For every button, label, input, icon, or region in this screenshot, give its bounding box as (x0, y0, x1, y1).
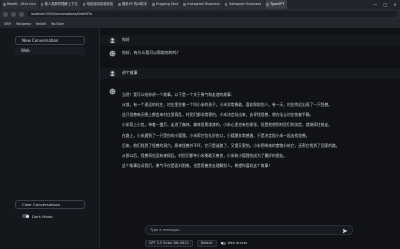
browser-tab-label: 哈哈哈哈哈哈哈哈 (86, 2, 113, 6)
chat-app: New Conversation Web Clear Conversations… (0, 28, 400, 249)
browser-tab-reddit[interactable]: Reddit - Dive into (2, 0, 39, 9)
message-input[interactable]: Type a message... (145, 225, 353, 235)
browser-tab-label: Reddit - Dive into (7, 2, 36, 6)
conversation-item[interactable]: Web (15, 47, 85, 55)
browser-tab-typegpt[interactable]: TypeGPT (265, 0, 288, 9)
response-paragraph: 小米背上小包，带着一盏灯，走进了森林。森林里黑漆漆的，小米心里也有些紧张，但是他… (122, 123, 333, 128)
browser-tab-label: Hugging Face (156, 2, 179, 6)
browser-tab-huggingface[interactable]: Hugging Face (151, 0, 182, 9)
user-avatar-icon (109, 70, 116, 77)
send-icon[interactable] (342, 228, 348, 234)
response-paragraph: 当然！我可以给你讲一个故事。以下是一个关于勇气和友谊的故事： (122, 93, 235, 97)
bookmarks-bar: OEM Wikipedia Reddit YouTube (0, 19, 400, 28)
browser-tab-label: TypeGPT (270, 2, 285, 6)
browser-tabbar: Reddit - Dive into 像人类那样理解上下文 哈哈哈哈哈哈哈哈 微… (0, 0, 400, 9)
browser-tab-chinese[interactable]: 哈哈哈哈哈哈哈哈 (81, 0, 116, 9)
model-select[interactable]: GPT 3.5 Turbo 16k 0613 (145, 239, 193, 247)
dark-mode-label: Dark Mode (32, 213, 53, 219)
reload-icon[interactable] (19, 11, 24, 17)
bookmark-item[interactable]: Wikipedia (16, 22, 31, 26)
user-message-row: 讲个故事 (100, 68, 400, 79)
browser-tab-label: 微软XP 的AI助手 (122, 2, 148, 6)
clear-conversations-button[interactable]: Clear Conversations (15, 200, 85, 209)
assistant-avatar-icon (109, 88, 116, 95)
new-conversation-label: New Conversation (22, 38, 59, 43)
forward-icon[interactable] (11, 11, 16, 17)
assistant-avatar-icon (109, 50, 116, 57)
toggle-icon[interactable] (220, 241, 226, 245)
bookmark-item[interactable]: YouTube (51, 22, 64, 26)
browser-tab-label: Instagram Business (187, 2, 220, 6)
browser-tab-instagram-2[interactable]: Instagram Business (223, 0, 265, 9)
web-access-toggle[interactable]: Web Access (220, 241, 248, 245)
browser-tab-article[interactable]: 像人类那样理解上下文 (39, 0, 81, 9)
maximize-icon[interactable]: □ (383, 2, 387, 7)
user-message-row: 你好 (100, 35, 400, 46)
tab-favicon-icon (118, 3, 121, 6)
tab-favicon-icon (266, 3, 269, 6)
response-paragraph: 在路上，小米遇到了一只受伤的小狐狸。小米帮它包扎好伤口，小狐狸非常感激，于是决定… (122, 133, 310, 138)
web-access-label: Web Access (227, 241, 248, 245)
bookmark-item[interactable]: Reddit (36, 22, 46, 26)
tab-favicon-icon (152, 3, 155, 6)
browser-tab-instagram-1[interactable]: Instagram Business (182, 0, 223, 9)
tab-favicon-icon (3, 3, 6, 6)
assistant-message-text: 你好，有什么我可以帮助你的吗？ (122, 50, 181, 55)
window-controls: — □ × (370, 0, 400, 9)
close-icon[interactable]: × (393, 2, 396, 7)
assistant-message-row: 你好，有什么我可以帮助你的吗？ (100, 48, 400, 59)
mode-select[interactable]: Default (196, 239, 217, 247)
response-paragraph: 从那以后，怪兽再也没有来捣乱。村民们都夸小米勇敢又善良，小米和小狐狸也成为了最好… (122, 153, 288, 158)
clear-conversations-label: Clear Conversations (22, 202, 61, 207)
browser-tab-microsoft[interactable]: 微软XP 的AI助手 (117, 0, 151, 9)
browser-tab-label: 像人类那样理解上下文 (44, 2, 78, 6)
new-conversation-button[interactable]: New Conversation (15, 36, 85, 45)
tab-favicon-icon (183, 3, 186, 6)
response-paragraph: 从前，有一个遥远的村庄，村庄里住着一个叫小米的孩子。小米非常勇敢，喜欢帮助别人。… (122, 103, 333, 108)
url-input[interactable]: localhost:3000/conversations/0c6d5f7a (27, 11, 397, 17)
back-icon[interactable] (3, 11, 8, 17)
response-paragraph: 后来，他们找到了怪兽的洞穴。原来怪兽并不坏，它只是迷路了，又饿又害怕。小米把带来… (122, 143, 340, 148)
tab-favicon-icon (82, 3, 86, 6)
response-paragraph: 这个故事告诉我们，勇气不仅是面对困难，也是用善良去理解别人。希望你喜欢这个故事！ (122, 163, 273, 168)
user-message-text: 讲个故事 (122, 70, 138, 75)
conversation-sidebar: New Conversation Web Clear Conversations… (0, 28, 100, 249)
conversation-item-label: Web (21, 48, 30, 53)
response-paragraph: 这只怪兽每天晚上都会来村庄里捣乱，村民们都非常害怕。小米决定站出来，去寻找怪兽，… (122, 113, 314, 118)
bookmark-item[interactable]: OEM (4, 22, 11, 26)
assistant-response-text: 当然！我可以给你讲一个故事。以下是一个关于勇气和友谊的故事： 从前，有一个遥远的… (122, 93, 367, 174)
browser-tab-label: Instagram Business (228, 2, 262, 6)
composer: Type a message... GPT 3.5 Turbo 16k 0613… (100, 217, 400, 249)
browser-window: Reddit - Dive into 像人类那样理解上下文 哈哈哈哈哈哈哈哈 微… (0, 0, 400, 249)
toggle-icon[interactable] (22, 214, 29, 218)
composer-options: GPT 3.5 Turbo 16k 0613 Default Web Acces… (145, 239, 305, 247)
user-message-text: 你好 (122, 37, 130, 42)
tab-favicon-icon (40, 3, 44, 6)
dark-mode-toggle[interactable]: Dark Mode (22, 212, 82, 220)
minimize-icon[interactable]: — (373, 2, 377, 7)
address-bar: localhost:3000/conversations/0c6d5f7a (0, 9, 400, 19)
chat-panel: 你好 你好，有什么我可以帮助你的吗？ 讲个故事 当然！我可以给你讲一个故事。以下… (100, 28, 400, 249)
user-avatar-icon (109, 37, 116, 44)
tab-favicon-icon (224, 3, 228, 6)
